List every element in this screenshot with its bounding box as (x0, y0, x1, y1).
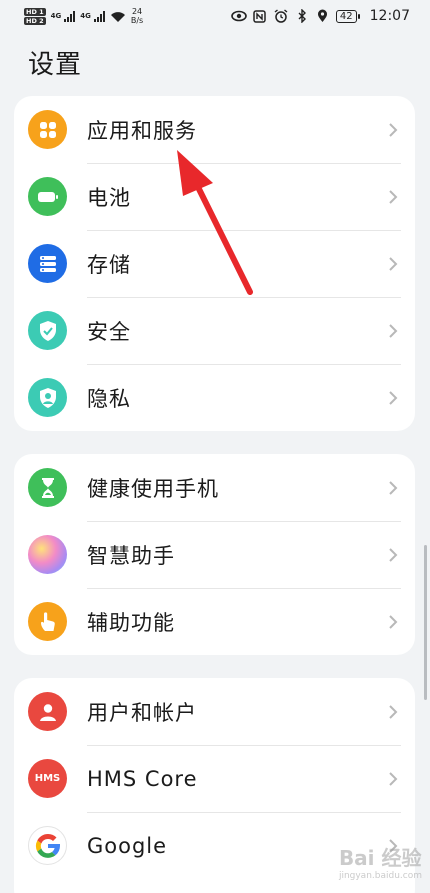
settings-group-1: 应用和服务 电池 存储 安全 隐私 (14, 96, 415, 431)
page-title: 设置 (28, 50, 83, 80)
settings-item-privacy[interactable]: 隐私 (14, 364, 415, 431)
network-speed: 24 B/s (131, 7, 143, 25)
divider (87, 521, 401, 522)
sim-indicators: HD 1 HD 2 (24, 7, 46, 25)
battery-indicator: 42 (335, 9, 360, 23)
signal2-icon (93, 10, 105, 22)
watermark-text: Bai 经验 (338, 846, 422, 870)
settings-item-hms-core[interactable]: HMS HMS Core (14, 745, 415, 812)
google-icon (28, 826, 67, 865)
settings-item-accessibility[interactable]: 辅助功能 (14, 588, 415, 655)
baidu-watermark: Bai 经验 jingyan.baidu.com (339, 842, 422, 881)
apps-icon (28, 110, 67, 149)
privacy-icon (28, 378, 67, 417)
divider (87, 163, 401, 164)
sim1-label: HD 1 (24, 7, 46, 16)
bluetooth-icon (294, 8, 310, 24)
chevron-right-icon (389, 480, 398, 495)
chevron-right-icon (389, 704, 398, 719)
chevron-right-icon (389, 390, 398, 405)
wifi-icon (110, 8, 126, 24)
location-icon (315, 8, 331, 24)
settings-item-label: Google (87, 833, 168, 858)
settings-item-label: 健康使用手机 (87, 476, 219, 501)
signal1-icon (64, 10, 76, 22)
chevron-right-icon (389, 122, 398, 137)
divider (87, 588, 401, 589)
nfc-icon (252, 8, 268, 24)
settings-item-security[interactable]: 安全 (14, 297, 415, 364)
alarm-icon (273, 8, 289, 24)
scrollbar[interactable] (424, 545, 427, 700)
battery-icon (28, 177, 67, 216)
settings-item-label: 辅助功能 (87, 610, 175, 635)
divider (87, 812, 401, 813)
user-icon (28, 692, 67, 731)
sim2-label: HD 2 (24, 16, 46, 25)
status-time: 12:07 (369, 8, 410, 24)
network2-label: 4G (80, 12, 91, 20)
settings-item-label: 用户和帐户 (87, 700, 197, 725)
settings-item-label: 应用和服务 (87, 118, 197, 143)
speed-value: 24 (131, 7, 143, 16)
assistant-icon (28, 535, 67, 574)
hand-icon (28, 602, 67, 641)
settings-item-label: 存储 (87, 252, 131, 277)
speed-unit: B/s (130, 16, 144, 25)
divider (87, 745, 401, 746)
settings-item-label: 智慧助手 (87, 543, 175, 568)
hms-icon-text: HMS (34, 773, 61, 784)
divider (87, 364, 401, 365)
settings-item-digital-balance[interactable]: 健康使用手机 (14, 454, 415, 521)
chevron-right-icon (389, 323, 398, 338)
settings-item-label: 安全 (87, 319, 131, 344)
settings-item-label: HMS Core (87, 766, 198, 791)
settings-item-battery[interactable]: 电池 (14, 163, 415, 230)
divider (87, 230, 401, 231)
hourglass-icon (28, 468, 67, 507)
settings-item-label: 电池 (87, 185, 131, 210)
settings-item-storage[interactable]: 存储 (14, 230, 415, 297)
eye-comfort-icon (231, 8, 247, 24)
divider (87, 297, 401, 298)
status-bar: HD 1 HD 2 4G 4G 24 B/s 42 12:07 (0, 0, 430, 32)
settings-item-users-accounts[interactable]: 用户和帐户 (14, 678, 415, 745)
hms-icon: HMS (28, 759, 67, 798)
chevron-right-icon (389, 614, 398, 629)
settings-item-apps-services[interactable]: 应用和服务 (14, 96, 415, 163)
watermark-sub: jingyan.baidu.com (338, 871, 422, 881)
chevron-right-icon (389, 547, 398, 562)
settings-item-assistant[interactable]: 智慧助手 (14, 521, 415, 588)
settings-group-2: 健康使用手机 智慧助手 辅助功能 (14, 454, 415, 655)
chevron-right-icon (389, 771, 398, 786)
network1-label: 4G (50, 12, 62, 20)
chevron-right-icon (389, 256, 398, 271)
settings-item-label: 隐私 (87, 386, 131, 411)
chevron-right-icon (389, 189, 398, 204)
storage-icon (28, 244, 67, 283)
shield-icon (28, 311, 67, 350)
